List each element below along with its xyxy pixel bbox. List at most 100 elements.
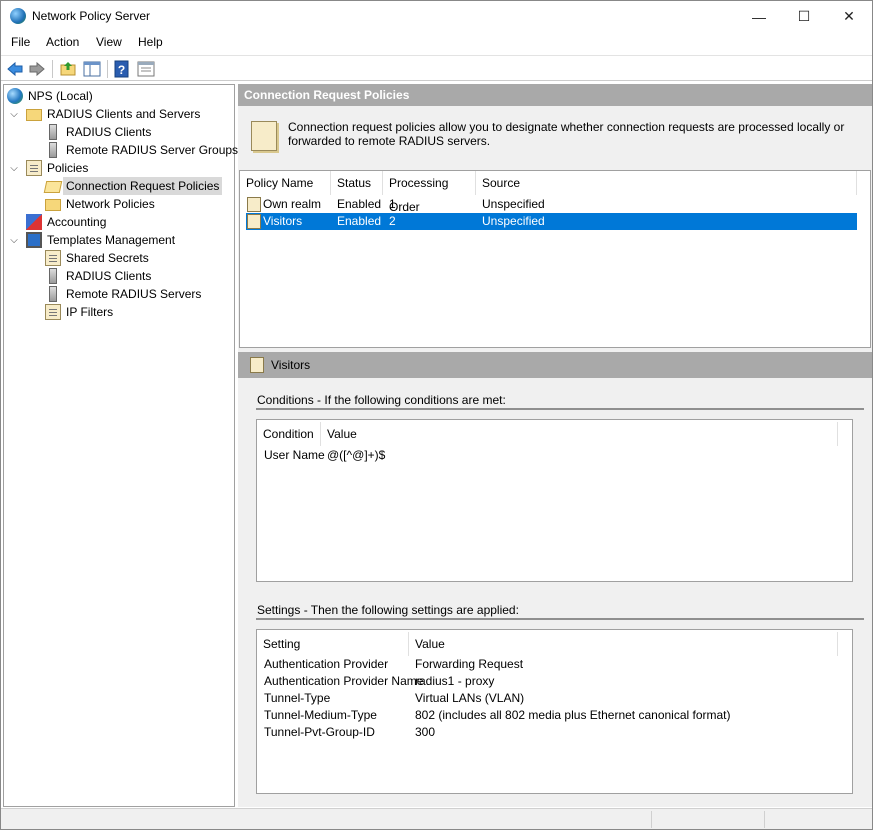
title-bar: Network Policy Server — ☐ ✕	[1, 1, 872, 32]
window-title: Network Policy Server	[32, 9, 151, 23]
open-folder-icon	[43, 181, 63, 193]
section-divider	[256, 408, 864, 410]
info-banner: Connection request policies allow you to…	[238, 108, 872, 168]
column-header-source[interactable]: Source	[476, 171, 857, 195]
policy-status: Enabled	[337, 197, 382, 211]
toolbar-separator	[107, 60, 108, 78]
properties-icon[interactable]	[137, 60, 155, 78]
close-button[interactable]: ✕	[826, 1, 872, 32]
tree-node-shared-secrets[interactable]: Shared Secrets	[45, 249, 152, 267]
help-icon[interactable]: ?	[113, 60, 131, 78]
condition-value: @([^@]+)$	[327, 448, 386, 462]
toolbar: ?	[1, 55, 872, 81]
column-header-setting[interactable]: Setting	[257, 632, 409, 656]
conditions-list: Condition Value User Name @([^@]+)$	[256, 419, 853, 582]
maximize-button[interactable]: ☐	[781, 1, 827, 32]
setting-value: 300	[415, 725, 436, 739]
setting-name: Authentication Provider	[264, 657, 389, 671]
expand-chevron-icon[interactable]: ⌵	[9, 231, 19, 249]
up-folder-icon[interactable]	[59, 60, 77, 78]
expand-chevron-icon[interactable]: ⌵	[9, 159, 19, 177]
server-icon	[49, 286, 57, 302]
setting-name: Tunnel-Medium-Type	[264, 708, 377, 722]
settings-title: Settings - Then the following settings a…	[257, 603, 519, 617]
column-header-condition[interactable]: Condition	[257, 422, 321, 446]
tree-node-policies[interactable]: Policies	[26, 159, 91, 177]
folder-icon	[26, 109, 42, 121]
globe-icon	[7, 88, 23, 104]
policy-row-selected[interactable]: Visitors Enabled 2 Unspecified	[246, 213, 857, 230]
menu-action[interactable]: Action	[46, 35, 79, 49]
section-divider	[256, 618, 864, 620]
server-icon	[49, 268, 57, 284]
setting-value: 802 (includes all 802 media plus Etherne…	[415, 708, 731, 722]
column-header-value[interactable]: Value	[321, 422, 838, 446]
setting-value: Forwarding Request	[415, 657, 524, 671]
policy-name: Own realm	[263, 197, 322, 211]
nps-globe-icon	[10, 8, 26, 24]
column-header-status[interactable]: Status	[331, 171, 383, 195]
setting-name: Authentication Provider Name	[264, 674, 424, 688]
column-header-policy-name[interactable]: Policy Name	[240, 171, 331, 195]
menu-view[interactable]: View	[96, 35, 122, 49]
policy-source: Unspecified	[482, 214, 545, 228]
tree-node-network-policies[interactable]: Network Policies	[45, 195, 158, 213]
server-icon	[49, 124, 57, 140]
status-bar	[1, 808, 872, 829]
svg-text:?: ?	[118, 63, 125, 77]
tree-node-remote-radius-servers[interactable]: Remote RADIUS Servers	[45, 285, 204, 303]
minimize-button[interactable]: —	[736, 1, 782, 32]
policy-icon	[250, 357, 264, 373]
detail-header: Visitors	[238, 352, 872, 378]
status-bar-divider	[764, 811, 765, 828]
policy-icon	[26, 160, 42, 176]
toolbar-separator	[52, 60, 53, 78]
show-hide-tree-icon[interactable]	[83, 60, 101, 78]
app-window: Network Policy Server — ☐ ✕ File Action …	[0, 0, 873, 830]
back-icon[interactable]	[6, 60, 24, 78]
tree-node-radius-clients[interactable]: RADIUS Clients	[45, 123, 154, 141]
expand-chevron-icon[interactable]: ⌵	[9, 105, 19, 123]
tree-node-accounting[interactable]: Accounting	[26, 213, 109, 231]
setting-value: Virtual LANs (VLAN)	[415, 691, 525, 705]
document-icon	[45, 250, 61, 266]
menu-help[interactable]: Help	[138, 35, 163, 49]
condition-name: User Name	[264, 448, 325, 462]
menu-bar: File Action View Help	[1, 32, 872, 54]
policy-icon	[247, 214, 261, 229]
policy-icon	[247, 197, 261, 212]
filter-document-icon	[45, 304, 61, 320]
menu-file[interactable]: File	[11, 35, 30, 49]
results-pane: Connection Request Policies Connection r…	[238, 84, 872, 807]
setting-name: Tunnel-Pvt-Group-ID	[264, 725, 375, 739]
forward-icon[interactable]	[28, 60, 46, 78]
policy-order: 1	[389, 197, 396, 211]
status-bar-divider	[651, 811, 652, 828]
setting-name: Tunnel-Type	[264, 691, 331, 705]
accounting-icon	[26, 214, 42, 230]
tree-node-templates-management[interactable]: Templates Management	[26, 231, 178, 249]
tree-node-nps-local[interactable]: NPS (Local)	[7, 87, 96, 105]
policy-order: 2	[389, 214, 396, 228]
tree-node-ip-filters[interactable]: IP Filters	[45, 303, 116, 321]
console-tree: NPS (Local) ⌵ RADIUS Clients and Servers…	[3, 84, 238, 807]
settings-list: Setting Value Authentication Provider Fo…	[256, 629, 853, 794]
pane-description: Connection request policies allow you to…	[288, 120, 845, 148]
tree-node-connection-request-policies[interactable]: Connection Request Policies	[43, 177, 223, 195]
policy-scroll-icon	[251, 121, 277, 151]
column-header-value[interactable]: Value	[409, 632, 838, 656]
tree-node-radius-clients-and-servers[interactable]: RADIUS Clients and Servers	[26, 105, 203, 123]
templates-icon	[26, 232, 42, 248]
tree-node-template-radius-clients[interactable]: RADIUS Clients	[45, 267, 154, 285]
policy-row[interactable]: Own realm Enabled 1 Unspecified	[246, 196, 857, 213]
column-header-processing-order[interactable]: Processing Order	[383, 171, 476, 214]
policy-list: Policy Name Status Processing Order Sour…	[239, 170, 871, 348]
detail-title: Visitors	[271, 358, 311, 372]
policy-name: Visitors	[263, 214, 303, 228]
tree-node-remote-radius-server-groups[interactable]: Remote RADIUS Server Groups	[45, 141, 241, 159]
setting-value: radius1 - proxy	[415, 674, 495, 688]
server-icon	[49, 142, 57, 158]
conditions-title: Conditions - If the following conditions…	[257, 393, 506, 407]
policy-source: Unspecified	[482, 197, 545, 211]
pane-title: Connection Request Policies	[238, 84, 872, 106]
